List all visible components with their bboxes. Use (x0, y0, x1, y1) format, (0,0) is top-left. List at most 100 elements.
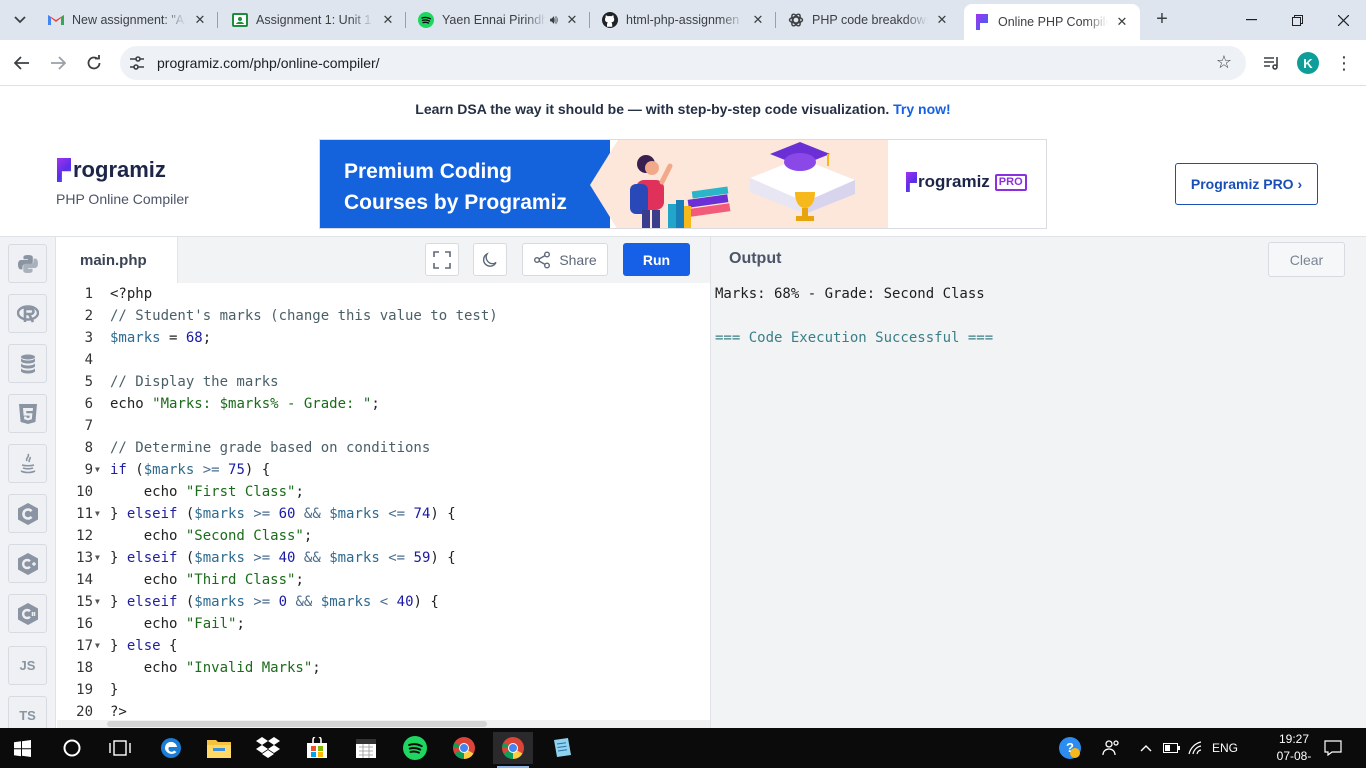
tab-github[interactable]: html-php-assignmen ✕ (592, 4, 776, 36)
tab-spotify[interactable]: Yaen Ennai Pirindh 🔊︎ ✕ (408, 4, 590, 36)
code-text[interactable]: <?php (110, 283, 152, 305)
reload-button[interactable] (80, 49, 108, 77)
fold-arrow-icon[interactable]: ▼ (95, 635, 100, 657)
close-tab-icon[interactable]: ✕ (192, 12, 208, 28)
chrome-active-icon[interactable] (493, 732, 533, 768)
profile-avatar[interactable]: K (1296, 51, 1320, 75)
try-now-link[interactable]: Try now! (893, 101, 951, 117)
microsoft-store-icon[interactable] (297, 732, 337, 764)
close-tab-icon[interactable]: ✕ (750, 12, 766, 28)
code-line[interactable]: 8 // Determine grade based on conditions (57, 437, 710, 459)
media-controls-icon[interactable] (1260, 51, 1284, 75)
code-text[interactable]: echo "Third Class"; (110, 569, 304, 591)
address-bar[interactable]: programiz.com/php/online-compiler/ ☆ (120, 46, 1246, 80)
line-number[interactable]: 12 (57, 525, 93, 547)
audio-playing-icon[interactable]: 🔊︎ (550, 12, 558, 28)
line-number[interactable]: 11 (57, 503, 93, 525)
line-number[interactable]: 4 (57, 349, 93, 371)
programiz-pro-button[interactable]: Programiz PRO › (1175, 163, 1318, 205)
tab-chatgpt[interactable]: PHP code breakdown ✕ (778, 4, 960, 36)
fold-arrow-icon[interactable]: ▼ (95, 503, 100, 525)
wifi-icon[interactable] (1188, 728, 1206, 768)
code-text[interactable]: echo "First Class"; (110, 481, 304, 503)
fullscreen-icon[interactable] (425, 243, 459, 276)
show-hidden-icons-chevron-icon[interactable] (1140, 728, 1152, 768)
code-line[interactable]: 19} (57, 679, 710, 701)
code-text[interactable]: // Student's marks (change this value to… (110, 305, 498, 327)
code-line[interactable]: 12 echo "Second Class"; (57, 525, 710, 547)
js-icon[interactable]: JS (8, 646, 47, 685)
code-line[interactable]: 3 $marks = 68; (57, 327, 710, 349)
dark-mode-icon[interactable] (473, 243, 507, 276)
system-clock[interactable]: 19:27 07-08-2025 (1268, 731, 1320, 782)
dropbox-icon[interactable] (248, 732, 288, 764)
code-line[interactable]: 2 // Student's marks (change this value t… (57, 305, 710, 327)
editor-horizontal-scrollbar[interactable] (57, 720, 710, 728)
line-number[interactable]: 2 (57, 305, 93, 327)
tab-classroom[interactable]: Assignment 1: Unit 1 ✕ (222, 4, 406, 36)
code-line[interactable]: 15 ▼} elseif ($marks >= 0 && $marks < 40)… (57, 591, 710, 613)
notepad-icon[interactable] (542, 732, 582, 764)
line-number[interactable]: 5 (57, 371, 93, 393)
code-line[interactable]: 16 echo "Fail"; (57, 613, 710, 635)
bookmark-star-icon[interactable]: ☆ (1216, 52, 1232, 73)
programiz-logo[interactable]: rogramiz PHP Online Compiler (56, 157, 189, 207)
c-icon[interactable] (8, 494, 47, 533)
line-number[interactable]: 7 (57, 415, 93, 437)
code-text[interactable]: $marks = 68; (110, 327, 211, 349)
calendar-app-icon[interactable] (346, 732, 386, 764)
code-text[interactable]: if ($marks >= 75) { (110, 459, 270, 481)
line-number[interactable]: 15 (57, 591, 93, 613)
windows-start-icon[interactable] (2, 732, 42, 764)
notifications-icon[interactable] (1324, 728, 1342, 768)
line-number[interactable]: 10 (57, 481, 93, 503)
site-info-icon[interactable] (128, 54, 146, 72)
code-editor[interactable]: 1 <?php 2 // Student's marks (change this v… (57, 283, 710, 728)
restore-button[interactable] (1274, 0, 1320, 40)
code-line[interactable]: 5 // Display the marks (57, 371, 710, 393)
code-line[interactable]: 1 <?php (57, 283, 710, 305)
code-line[interactable]: 6 echo "Marks: $marks% - Grade: "; (57, 393, 710, 415)
code-text[interactable]: echo "Invalid Marks"; (110, 657, 321, 679)
cpp-icon[interactable] (8, 544, 47, 583)
code-text[interactable]: } else { (110, 635, 177, 657)
file-tab-main-php[interactable]: main.php (57, 237, 178, 283)
code-line[interactable]: 17 ▼} else { (57, 635, 710, 657)
code-text[interactable]: } elseif ($marks >= 0 && $marks < 40) { (110, 591, 439, 613)
code-text[interactable]: } elseif ($marks >= 60 && $marks <= 74) … (110, 503, 456, 525)
help-icon[interactable]: ? (1058, 728, 1082, 768)
forward-button[interactable] (44, 49, 72, 77)
new-tab-button[interactable]: + (1150, 8, 1174, 32)
code-line[interactable]: 13 ▼} elseif ($marks >= 40 && $marks <= 5… (57, 547, 710, 569)
search-circle-icon[interactable] (52, 732, 92, 764)
code-line[interactable]: 4 (57, 349, 710, 371)
task-view-icon[interactable] (100, 732, 140, 764)
code-text[interactable]: // Determine grade based on conditions (110, 437, 430, 459)
tab-gmail[interactable]: New assignment: "As ✕ (38, 4, 218, 36)
edge-icon[interactable] (151, 732, 191, 764)
code-text[interactable]: echo "Marks: $marks% - Grade: "; (110, 393, 380, 415)
language-indicator[interactable]: ENG (1212, 728, 1238, 768)
code-text[interactable]: } elseif ($marks >= 40 && $marks <= 59) … (110, 547, 456, 569)
code-text[interactable]: // Display the marks (110, 371, 279, 393)
code-line[interactable]: 11 ▼ } elseif ($marks >= 60 && $marks <= 7… (57, 503, 710, 525)
clear-button[interactable]: Clear (1268, 242, 1345, 277)
url-text[interactable]: programiz.com/php/online-compiler/ (157, 55, 380, 71)
fold-arrow-icon[interactable]: ▼ (95, 459, 100, 481)
code-text[interactable]: } (110, 679, 118, 701)
minimize-button[interactable] (1228, 0, 1274, 40)
csharp-icon[interactable] (8, 594, 47, 633)
java-icon[interactable] (8, 444, 47, 483)
code-line[interactable]: 14 echo "Third Class"; (57, 569, 710, 591)
line-number[interactable]: 9 (57, 459, 93, 481)
close-tab-icon[interactable]: ✕ (1114, 14, 1130, 30)
spotify-taskbar-icon[interactable] (395, 732, 435, 764)
chrome-icon[interactable] (444, 732, 484, 764)
code-text[interactable]: echo "Second Class"; (110, 525, 313, 547)
battery-icon[interactable] (1163, 728, 1181, 768)
line-number[interactable]: 1 (57, 283, 93, 305)
run-button[interactable]: Run (623, 243, 690, 276)
fold-arrow-icon[interactable]: ▼ (95, 547, 100, 569)
sql-icon[interactable] (8, 344, 47, 383)
close-tab-icon[interactable]: ✕ (380, 12, 396, 28)
